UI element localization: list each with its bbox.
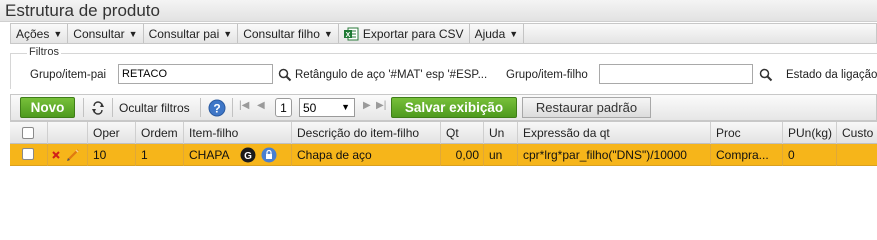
link-state-label: Estado da ligação	[786, 69, 877, 81]
grid-toolbar: Novo Ocultar filtros ? |◀ ◀ 1 50 ▼ ▶ ▶| …	[10, 94, 877, 121]
column-header-descricao[interactable]: Descrição do item-filho	[292, 122, 441, 144]
previous-page-icon[interactable]: ◀	[257, 100, 265, 111]
lock-icon	[261, 147, 277, 163]
window-title-bar: Estrutura de produto	[0, 0, 877, 22]
cell-oper: 10	[88, 144, 136, 166]
grid-header: Oper Ordem Item-filho Descrição do item-…	[10, 121, 877, 144]
cell-qt: 0,00	[441, 144, 484, 166]
cell-ordem: 1	[136, 144, 184, 166]
svg-text:X: X	[346, 32, 351, 39]
g-badge-icon: G	[240, 147, 256, 163]
cell-expressao: cpr*lrg*par_filho("DNS")/10000	[518, 144, 711, 166]
cell-un: un	[484, 144, 518, 166]
menu-consultar[interactable]: Consultar ▼	[68, 24, 144, 43]
svg-text:G: G	[244, 151, 252, 162]
column-header-qt[interactable]: Qt	[441, 122, 484, 144]
column-header-custo[interactable]: Custo	[837, 122, 877, 144]
menu-consultar-filho[interactable]: Consultar filho ▼	[238, 24, 339, 43]
actions-column-header	[48, 122, 88, 144]
delete-icon[interactable]	[52, 151, 60, 159]
cell-proc: Compra...	[711, 144, 783, 166]
chevron-down-icon: ▼	[509, 28, 519, 39]
filters-legend: Filtros	[27, 46, 61, 58]
chevron-down-icon: ▼	[341, 102, 350, 112]
parent-description: Retângulo de aço '#MAT' esp '#ESP...	[295, 69, 488, 81]
cell-custo	[837, 144, 877, 166]
column-header-pun[interactable]: PUn(kg)	[783, 122, 837, 144]
toolbar-divider	[200, 98, 201, 117]
svg-text:?: ?	[213, 102, 220, 116]
chevron-down-icon: ▼	[53, 28, 63, 39]
cell-descricao: Chapa de aço	[292, 144, 441, 166]
column-header-oper[interactable]: Oper	[88, 122, 136, 144]
first-page-icon[interactable]: |◀	[239, 100, 249, 111]
menu-exportar-csv-label: Exportar para CSV	[362, 26, 464, 41]
row-select-cell	[10, 144, 48, 166]
search-icon[interactable]	[759, 68, 773, 82]
toolbar-divider	[112, 98, 113, 117]
restore-default-button[interactable]: Restaurar padrão	[522, 97, 651, 118]
page-number-input[interactable]: 1	[275, 98, 292, 117]
page-size-value: 50	[303, 100, 317, 115]
next-page-icon[interactable]: ▶	[363, 100, 371, 111]
column-header-expressao[interactable]: Expressão da qt	[518, 122, 711, 144]
save-view-button[interactable]: Salvar exibição	[391, 97, 517, 118]
cell-pun: 0	[783, 144, 837, 166]
select-all-checkbox[interactable]	[22, 127, 34, 139]
menu-consultar-label: Consultar	[73, 26, 125, 41]
row-checkbox[interactable]	[22, 148, 34, 160]
column-header-item-filho[interactable]: Item-filho	[184, 122, 292, 144]
page-size-select[interactable]: 50 ▼	[299, 98, 355, 117]
chevron-down-icon: ▼	[128, 28, 138, 39]
window-title: Estrutura de produto	[5, 1, 160, 20]
child-group-input[interactable]	[599, 64, 753, 84]
menu-ajuda[interactable]: Ajuda ▼	[470, 24, 525, 43]
row-actions-cell	[48, 144, 88, 166]
table-row[interactable]: 10 1 CHAPA G Chapa de aço 0,00 un cpr*lr…	[10, 144, 877, 166]
menu-bar: Ações ▼ Consultar ▼ Consultar pai ▼ Cons…	[10, 23, 877, 44]
excel-icon: X	[343, 27, 359, 40]
menu-consultar-filho-label: Consultar filho	[243, 26, 320, 41]
chevron-down-icon: ▼	[323, 28, 333, 39]
menu-consultar-pai[interactable]: Consultar pai ▼	[144, 24, 239, 43]
parent-group-label: Grupo/item-pai	[30, 69, 107, 81]
last-page-icon[interactable]: ▶|	[376, 100, 386, 111]
chevron-down-icon: ▼	[223, 28, 233, 39]
help-icon[interactable]: ?	[208, 99, 226, 117]
menu-exportar-csv[interactable]: X Exportar para CSV	[339, 24, 470, 43]
menu-ajuda-label: Ajuda	[474, 26, 506, 41]
menu-consultar-pai-label: Consultar pai	[148, 26, 220, 41]
filters-panel: Filtros Grupo/item-pai Retângulo de aço …	[10, 46, 877, 89]
search-icon[interactable]	[278, 68, 292, 82]
menu-acoes-label: Ações	[16, 26, 50, 41]
new-button[interactable]: Novo	[20, 97, 75, 118]
refresh-icon[interactable]	[91, 101, 105, 115]
toolbar-divider	[83, 98, 84, 117]
hide-filters-button[interactable]: Ocultar filtros	[119, 101, 190, 115]
menu-acoes[interactable]: Ações ▼	[11, 24, 69, 43]
item-filho-code: CHAPA	[189, 148, 230, 162]
edit-icon[interactable]	[66, 148, 80, 162]
column-header-proc[interactable]: Proc	[711, 122, 783, 144]
select-all-column	[10, 122, 48, 144]
column-header-un[interactable]: Un	[484, 122, 518, 144]
child-group-label: Grupo/item-filho	[506, 69, 588, 81]
toolbar-divider	[232, 98, 233, 117]
parent-group-input[interactable]	[118, 64, 273, 84]
column-header-ordem[interactable]: Ordem	[136, 122, 184, 144]
cell-item-filho: CHAPA G	[184, 144, 292, 166]
